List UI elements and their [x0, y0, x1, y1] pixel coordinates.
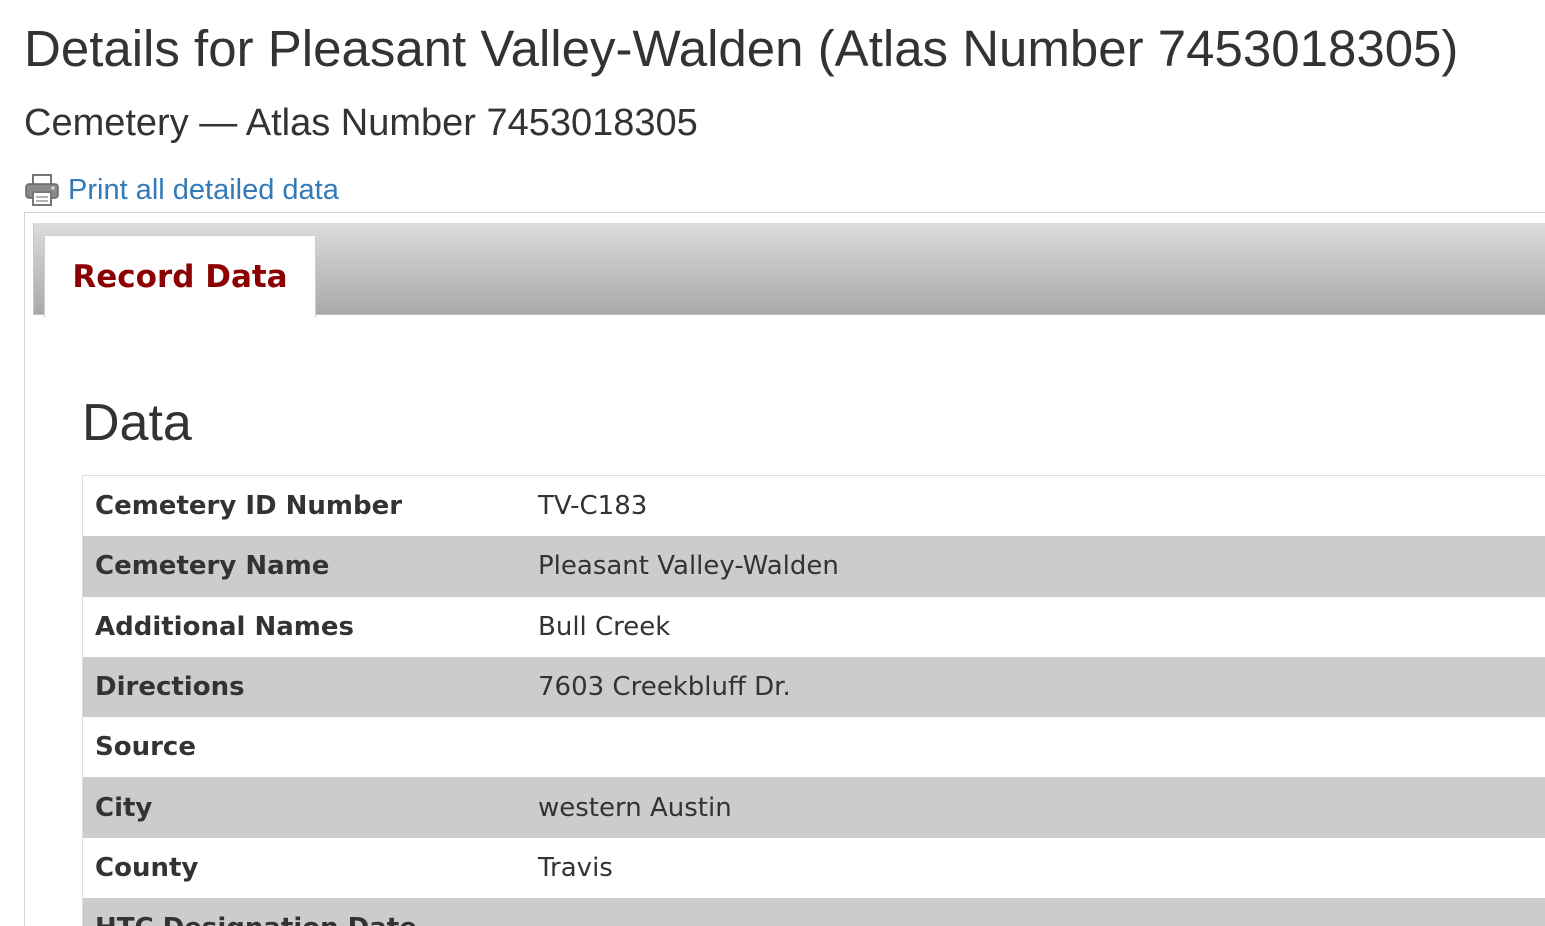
row-value — [526, 717, 1545, 778]
page-title: Details for Pleasant Valley-Walden (Atla… — [24, 20, 1459, 77]
row-label: Additional Names — [82, 596, 526, 657]
page-subtitle: Cemetery — Atlas Number 7453018305 — [24, 102, 698, 144]
row-label: HTC Designation Date — [82, 898, 526, 926]
printer-icon[interactable] — [24, 172, 60, 208]
row-value: western Austin — [526, 777, 1545, 838]
tab-bar: Record Data — [33, 223, 1545, 317]
table-row: HTC Designation Date — [82, 898, 1545, 926]
row-label: Source — [82, 717, 526, 778]
row-value: TV-C183 — [526, 475, 1545, 537]
print-link-row: Print all detailed data — [24, 170, 339, 210]
table-row: City western Austin — [82, 777, 1545, 838]
row-label: City — [82, 777, 526, 838]
print-all-link[interactable]: Print all detailed data — [68, 174, 339, 207]
record-panel: Record Data Data Cemetery ID Number TV-C… — [24, 212, 1545, 926]
tab-record-data[interactable]: Record Data — [44, 235, 316, 317]
table-row: Directions 7603 Creekbluff Dr. — [82, 656, 1545, 718]
row-label: Directions — [82, 656, 526, 718]
record-data-table: Cemetery ID Number TV-C183 Cemetery Name… — [82, 475, 1545, 926]
row-value: Bull Creek — [526, 596, 1545, 657]
table-row: County Travis — [82, 837, 1545, 899]
table-row: Cemetery ID Number TV-C183 — [82, 475, 1545, 537]
table-row: Cemetery Name Pleasant Valley-Walden — [82, 536, 1545, 597]
tab-label: Record Data — [72, 258, 288, 295]
row-value — [526, 898, 1545, 926]
row-label: Cemetery ID Number — [82, 475, 526, 537]
section-heading: Data — [82, 394, 192, 452]
row-value: 7603 Creekbluff Dr. — [526, 656, 1545, 718]
row-label: County — [82, 837, 526, 899]
row-value: Pleasant Valley-Walden — [526, 536, 1545, 597]
table-row: Source — [82, 717, 1545, 778]
table-row: Additional Names Bull Creek — [82, 596, 1545, 657]
row-value: Travis — [526, 837, 1545, 899]
row-label: Cemetery Name — [82, 536, 526, 597]
